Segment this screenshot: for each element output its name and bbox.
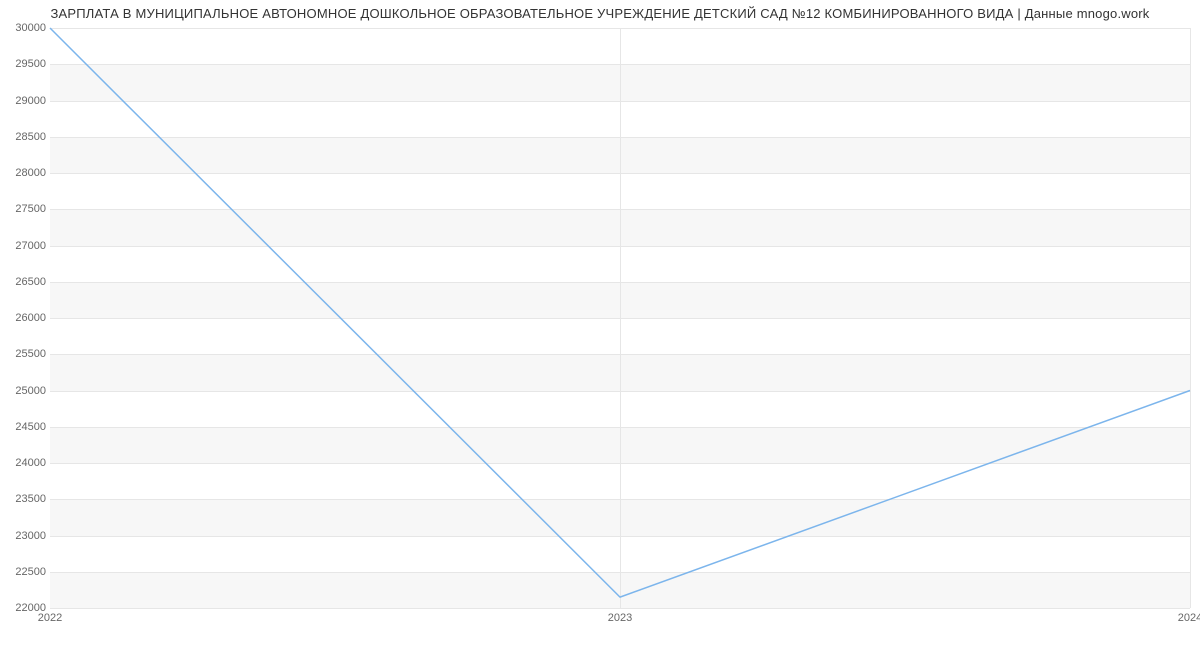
y-tick-label: 24500 [2,421,46,433]
x-tick-label: 2023 [608,612,632,624]
salary-line-chart: ЗАРПЛАТА В МУНИЦИПАЛЬНОЕ АВТОНОМНОЕ ДОШК… [0,0,1200,650]
y-tick-label: 28500 [2,131,46,143]
y-tick-label: 25000 [2,385,46,397]
y-tick-label: 27500 [2,203,46,215]
y-tick-label: 29500 [2,58,46,70]
y-tick-label: 27000 [2,240,46,252]
x-tick-label: 2024 [1178,612,1200,624]
y-tick-label: 26500 [2,276,46,288]
x-gridline [1190,28,1191,608]
y-tick-label: 29000 [2,95,46,107]
chart-title: ЗАРПЛАТА В МУНИЦИПАЛЬНОЕ АВТОНОМНОЕ ДОШК… [0,6,1200,21]
y-tick-label: 30000 [2,22,46,34]
x-tick-label: 2022 [38,612,62,624]
series-line [50,28,1190,597]
y-tick-label: 24000 [2,457,46,469]
y-tick-label: 28000 [2,167,46,179]
y-gridline [50,608,1190,609]
y-tick-label: 26000 [2,312,46,324]
y-tick-label: 22500 [2,566,46,578]
y-tick-label: 23500 [2,493,46,505]
plot-area [50,28,1190,609]
y-tick-label: 23000 [2,530,46,542]
data-line [50,28,1190,608]
y-tick-label: 25500 [2,348,46,360]
